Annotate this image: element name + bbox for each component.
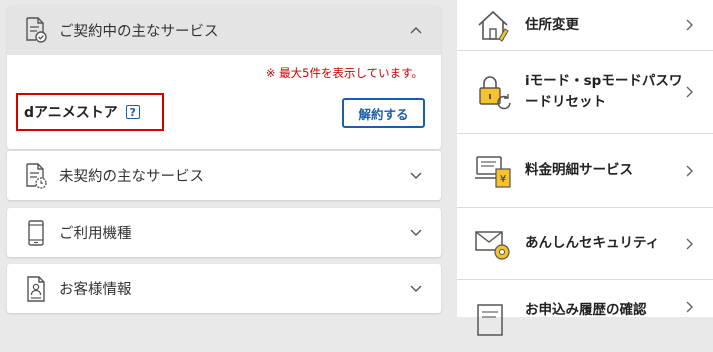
chevron-right-icon [683, 237, 697, 251]
contracted-services-panel: ご契約中の主なサービス ※ 最大5件を表示しています。 dアニメストア ? 解約… [7, 5, 441, 149]
service-highlight-box: dアニメストア ? [16, 93, 164, 131]
history-document-icon [473, 300, 513, 340]
chevron-down-icon [407, 167, 425, 185]
document-clock-icon [23, 161, 49, 191]
chevron-right-icon [683, 300, 697, 314]
chevron-down-icon [407, 224, 425, 242]
application-history-item[interactable]: お申込み履歴の確認 [457, 280, 713, 352]
contracted-services-body: ※ 最大5件を表示しています。 dアニメストア ? 解約する [7, 55, 441, 149]
profile-document-icon [23, 274, 49, 304]
computer-yen-icon: ¥ [473, 151, 513, 191]
device-info-title: ご利用機種 [59, 226, 132, 242]
svg-text:¥: ¥ [500, 174, 506, 185]
lock-reset-icon [473, 72, 513, 112]
max-items-note: ※ 最大5件を表示しています。 [265, 66, 423, 80]
customer-info-title: お客様情報 [59, 282, 132, 298]
password-reset-label: iモード・spモードパスワードリセット [525, 73, 683, 110]
billing-statement-label: 料金明細サービス [525, 162, 633, 179]
uncontracted-services-title: 未契約の主なサービス [59, 169, 204, 185]
contracted-services-header[interactable]: ご契約中の主なサービス [7, 5, 441, 55]
password-reset-item[interactable]: iモード・spモードパスワードリセット [457, 51, 713, 134]
customer-info-item[interactable]: お客様情報 [7, 264, 441, 313]
address-change-item[interactable]: 住所変更 [457, 0, 713, 51]
chevron-down-icon [407, 280, 425, 298]
contracted-services-title: ご契約中の主なサービス [59, 23, 219, 40]
address-change-label: 住所変更 [525, 16, 579, 33]
billing-statement-item[interactable]: ¥ 料金明細サービス [457, 134, 713, 208]
device-info-item[interactable]: ご利用機種 [7, 208, 441, 257]
mail-gear-icon [473, 224, 513, 264]
help-icon[interactable]: ? [125, 105, 140, 119]
service-name: dアニメストア [24, 105, 118, 121]
chevron-right-icon [683, 85, 697, 99]
right-menu: 住所変更 iモード・spモードパスワードリセット ¥ 料金明細サービス あんしん… [457, 0, 713, 336]
uncontracted-services-item[interactable]: 未契約の主なサービス [7, 151, 441, 200]
chevron-right-icon [683, 18, 697, 32]
house-icon [473, 5, 513, 45]
chevron-right-icon [683, 164, 697, 178]
document-check-icon [23, 15, 49, 45]
chevron-up-icon [407, 21, 425, 39]
security-item[interactable]: あんしんセキュリティ [457, 208, 713, 280]
smartphone-icon [23, 218, 49, 248]
application-history-label: お申込み履歴の確認 [525, 302, 647, 318]
cancel-contract-button[interactable]: 解約する [342, 98, 425, 128]
security-label: あんしんセキュリティ [525, 235, 660, 252]
